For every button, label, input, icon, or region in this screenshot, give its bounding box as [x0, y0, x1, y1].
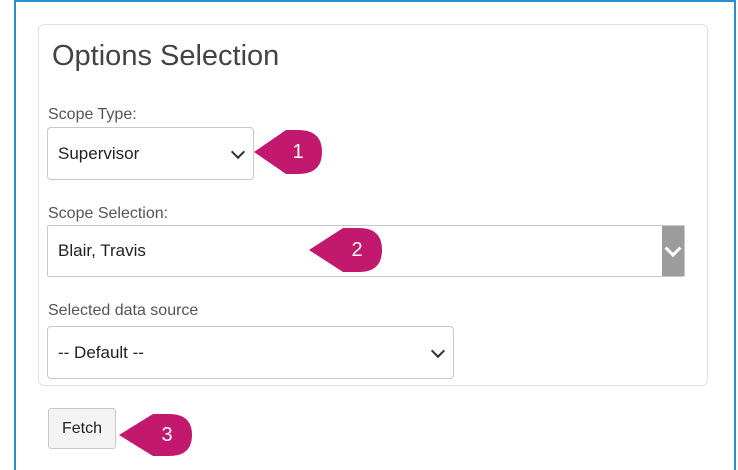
- chevron-down-icon: [430, 343, 446, 358]
- callout-1: 1: [252, 127, 324, 177]
- data-source-label: Selected data source: [48, 302, 199, 319]
- dropdown-toggle-button[interactable]: [662, 226, 684, 276]
- fetch-button[interactable]: Fetch: [48, 408, 116, 449]
- data-source-select[interactable]: -- Default --: [47, 326, 454, 379]
- data-source-value: -- Default --: [58, 342, 144, 362]
- chevron-down-icon: [664, 240, 682, 258]
- chevron-down-icon: [230, 144, 246, 159]
- scope-type-value: Supervisor: [58, 143, 140, 163]
- callout-2-number: 2: [351, 238, 363, 261]
- callout-3: 3: [117, 411, 194, 459]
- scope-selection-label: Scope Selection:: [48, 205, 169, 222]
- callout-2: 2: [307, 225, 384, 275]
- callout-1-number: 1: [292, 140, 304, 163]
- scope-selection-value: Blair, Travis: [58, 241, 146, 260]
- panel-title: Options Selection: [52, 40, 280, 72]
- scope-type-select[interactable]: Supervisor: [47, 127, 254, 180]
- callout-3-number: 3: [161, 423, 173, 446]
- scope-type-label: Scope Type:: [48, 106, 137, 123]
